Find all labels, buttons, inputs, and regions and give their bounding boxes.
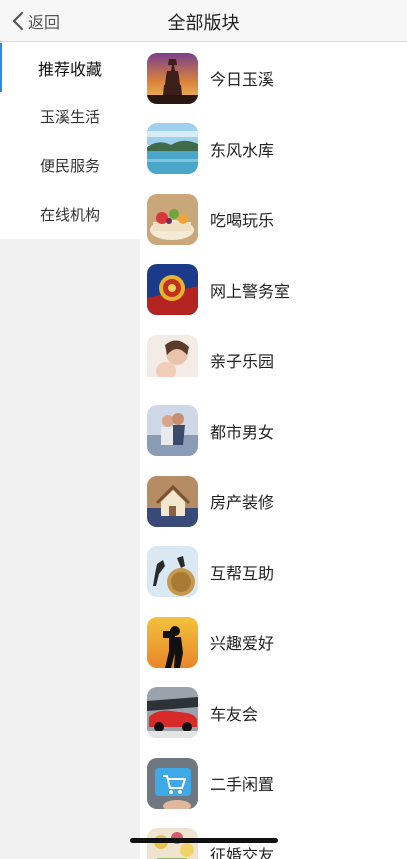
shopping-cart-key-icon [147, 757, 198, 809]
forum-label: 兴趣爱好 [210, 634, 275, 654]
forum-item-parent-child[interactable]: 亲子乐园 [140, 325, 407, 396]
forum-label: 亲子乐园 [210, 352, 275, 372]
forum-item-real-estate[interactable]: 房产装修 [140, 466, 407, 537]
reservoir-lake-icon [147, 123, 198, 175]
forum-item-car-club[interactable]: 车友会 [140, 678, 407, 749]
sidebar-item-recommended[interactable]: 推荐收藏 [0, 43, 140, 92]
forum-label: 都市男女 [210, 422, 275, 442]
forum-item-dongfeng-reservoir[interactable]: 东风水库 [140, 114, 407, 185]
forum-list: 今日玉溪 东风水库 吃喝玩乐 网上警务室 亲子乐园 都市男女 房产装修 互帮互助… [140, 43, 407, 859]
forum-label: 今日玉溪 [210, 70, 275, 90]
forum-item-food-fun[interactable]: 吃喝玩乐 [140, 184, 407, 255]
sidebar-item-yuxi-life[interactable]: 玉溪生活 [0, 92, 140, 141]
helping-hands-icon [147, 546, 198, 598]
category-sidebar: 推荐收藏 玉溪生活 便民服务 在线机构 [0, 43, 140, 239]
forum-label: 网上警务室 [210, 281, 291, 301]
mother-baby-icon [147, 334, 198, 386]
forum-item-urban-singles[interactable]: 都市男女 [140, 396, 407, 467]
forum-item-second-hand[interactable]: 二手闲置 [140, 748, 407, 819]
cars-parking-icon [147, 687, 198, 739]
fruit-cake-icon [147, 193, 198, 245]
pagoda-sunset-icon [147, 52, 198, 104]
sidebar-item-convenience[interactable]: 便民服务 [0, 141, 140, 190]
forum-item-online-police[interactable]: 网上警务室 [140, 255, 407, 326]
couple-icon [147, 405, 198, 457]
forum-label: 吃喝玩乐 [210, 211, 275, 231]
page-title: 全部版块 [167, 13, 240, 34]
house-model-icon [147, 475, 198, 527]
photographer-silhouette-icon [147, 616, 198, 668]
forum-label: 车友会 [210, 704, 259, 724]
navigation-bar: 返回 全部版块 [0, 0, 407, 42]
flowers-icon [147, 828, 198, 859]
forum-label: 征婚交友 [210, 845, 275, 859]
forum-item-hobbies[interactable]: 兴趣爱好 [140, 607, 407, 678]
forum-label: 房产装修 [210, 493, 275, 513]
forum-label: 互帮互助 [210, 563, 275, 583]
sidebar-item-online-orgs[interactable]: 在线机构 [0, 190, 140, 239]
forum-label: 二手闲置 [210, 775, 275, 795]
forum-label: 东风水库 [210, 140, 275, 160]
forum-item-mutual-help[interactable]: 互帮互助 [140, 537, 407, 608]
forum-item-today-yuxi[interactable]: 今日玉溪 [140, 43, 407, 114]
home-indicator[interactable] [130, 838, 278, 843]
police-badge-icon [147, 264, 198, 316]
